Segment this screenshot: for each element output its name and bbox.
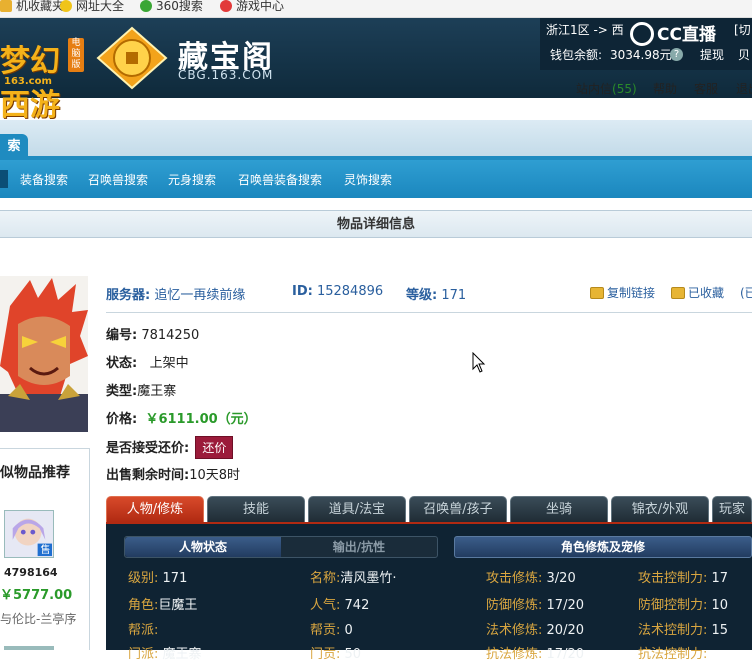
subnav-marker (0, 170, 8, 188)
game-tabs: 人物/修炼 技能 道具/法宝 召唤兽/孩子 坐骑 锦衣/外观 玩家 (106, 496, 752, 522)
character-avatar (0, 276, 88, 432)
level-info: 等级: 171 (406, 288, 467, 303)
logout-link[interactable]: 退出 (736, 80, 752, 97)
withdraw-link[interactable]: 提现 (700, 46, 724, 63)
tab-items-treasures[interactable]: 道具/法宝 (308, 496, 406, 522)
inbox-link[interactable]: 站内信(55) (576, 80, 637, 97)
next-similar-item[interactable] (4, 646, 54, 650)
stat-name: 名称:清风墨竹· (310, 571, 397, 586)
similar-items-title: 似物品推荐 (0, 465, 70, 481)
sale-badge: 售 (40, 545, 51, 556)
tab-search[interactable]: 索 (0, 134, 28, 160)
server-line: 浙江1区 -> 西 (546, 23, 624, 37)
search-icon (140, 0, 152, 12)
cc-watermark: CC直播 (630, 22, 716, 48)
game-logo[interactable]: 梦幻西游 电脑版 163.com (0, 30, 86, 123)
similar-item-id: 4798164 (4, 566, 58, 579)
server-info: 服务器: 追忆一再续前缘 (106, 288, 246, 303)
item-bargain: 是否接受还价: 还价 (106, 436, 234, 459)
cut-off-link[interactable]: 贝 (738, 46, 750, 63)
stat-magic-control: 法术控制力: 15 (638, 623, 729, 638)
subnav-body-search[interactable]: 元身搜索 (168, 171, 216, 188)
item-price: 价格: ￥6111.00（元） (106, 412, 257, 427)
cc-logo-icon (630, 22, 654, 46)
stat-attack-cultivation: 攻击修炼: 3/20 (486, 571, 576, 586)
tab-mounts[interactable]: 坐骑 (510, 496, 608, 522)
wallet-value: 3034.98元 (610, 48, 672, 62)
game-logo-domain: 163.com (4, 76, 52, 87)
subnav-pet-search[interactable]: 召唤兽搜索 (88, 171, 148, 188)
main-tabbar: 索 (0, 120, 752, 160)
bookmark-360-search[interactable]: 360搜索 (140, 0, 203, 16)
stat-role: 角色:巨魔王 (128, 598, 198, 613)
bookmark-site-directory[interactable]: 网址大全 (60, 0, 124, 16)
service-link[interactable]: 客服 (694, 80, 718, 97)
similar-item-price[interactable]: ￥5777.00 (0, 584, 72, 603)
tab-skills[interactable]: 技能 (207, 496, 305, 522)
item-type: 类型:魔王寨 (106, 384, 177, 399)
site-domain: CBG.163.COM (178, 68, 274, 82)
folder-icon (0, 0, 12, 12)
bargain-button[interactable]: 还价 (195, 436, 234, 459)
extra-action[interactable]: (已 (740, 284, 752, 301)
tab-pets-children[interactable]: 召唤兽/孩子 (409, 496, 507, 522)
favorite-icon (671, 287, 685, 299)
stat-magic-cultivation: 法术修炼: 20/20 (486, 623, 584, 638)
detail-title: 物品详细信息 (0, 210, 752, 238)
stat-level: 级别: 171 (128, 571, 188, 586)
help-icon[interactable]: ? (670, 46, 683, 61)
stat-magic-resist-cultivation: 抗法修炼: 17/20 (486, 647, 584, 662)
item-number: 编号: 7814250 (106, 328, 200, 343)
stat-magic-resist-control: 抗法控制力: (638, 647, 708, 662)
cultivation-header: 角色修炼及宠修 (454, 536, 752, 558)
tab-outfits[interactable]: 锦衣/外观 (611, 496, 709, 522)
stat-school-contribution: 门贡: 50 (310, 647, 362, 662)
star-icon (60, 0, 72, 12)
item-status: 状态: 上架中 (106, 356, 189, 371)
bookmark-game-center[interactable]: 游戏中心 (220, 0, 284, 16)
wallet-label: 钱包余额: (550, 48, 603, 62)
copy-link-button[interactable]: 复制链接 (590, 284, 655, 301)
subtab-character-status[interactable]: 人物状态 (125, 537, 281, 557)
subtab-output-resistance[interactable]: 输出/抗性 (281, 537, 437, 557)
bookmark-favorites[interactable]: 机收藏夹 (0, 0, 64, 16)
subnav-ornament-search[interactable]: 灵饰搜索 (344, 171, 392, 188)
favorited-button[interactable]: 已收藏 (671, 284, 724, 301)
subnav-pet-equipment-search[interactable]: 召唤兽装备搜索 (238, 171, 322, 188)
status-subtabs: 人物状态 输出/抗性 (124, 536, 438, 558)
similar-item-server: 与伦比-兰亭序 (0, 612, 77, 626)
stat-popularity: 人气: 742 (310, 598, 370, 613)
stat-attack-control: 攻击控制力: 17 (638, 571, 729, 586)
stat-defense-cultivation: 防御修炼: 17/20 (486, 598, 584, 613)
treasure-coin-icon (96, 26, 168, 90)
copy-link-icon (590, 287, 604, 299)
stat-guild-contribution: 帮贡: 0 (310, 623, 353, 638)
inbox-count: (55) (612, 82, 637, 96)
tab-character-cultivation[interactable]: 人物/修炼 (106, 496, 204, 522)
search-subnav: 装备搜索 召唤兽搜索 元身搜索 召唤兽装备搜索 灵饰搜索 (0, 160, 752, 198)
id-info: ID: 15284896 (292, 284, 384, 299)
help-link[interactable]: 帮助 (653, 80, 677, 97)
tab-gameplay[interactable]: 玩家 (712, 496, 752, 522)
divider (106, 312, 752, 313)
subnav-equipment-search[interactable]: 装备搜索 (20, 171, 68, 188)
game-icon (220, 0, 232, 12)
stat-guild: 帮派: (128, 623, 159, 638)
game-logo-tag: 电脑版 (68, 38, 84, 72)
stat-school: 门派: 魔王寨 (128, 647, 202, 662)
stat-defense-control: 防御控制力: 10 (638, 598, 729, 613)
switch-server-link[interactable]: [切 (734, 21, 751, 38)
bookmarks-bar: 机收藏夹 网址大全 360搜索 游戏中心 (0, 0, 752, 18)
item-remaining-time: 出售剩余时间:10天8时 (106, 468, 241, 483)
mouse-cursor-icon (472, 352, 486, 373)
